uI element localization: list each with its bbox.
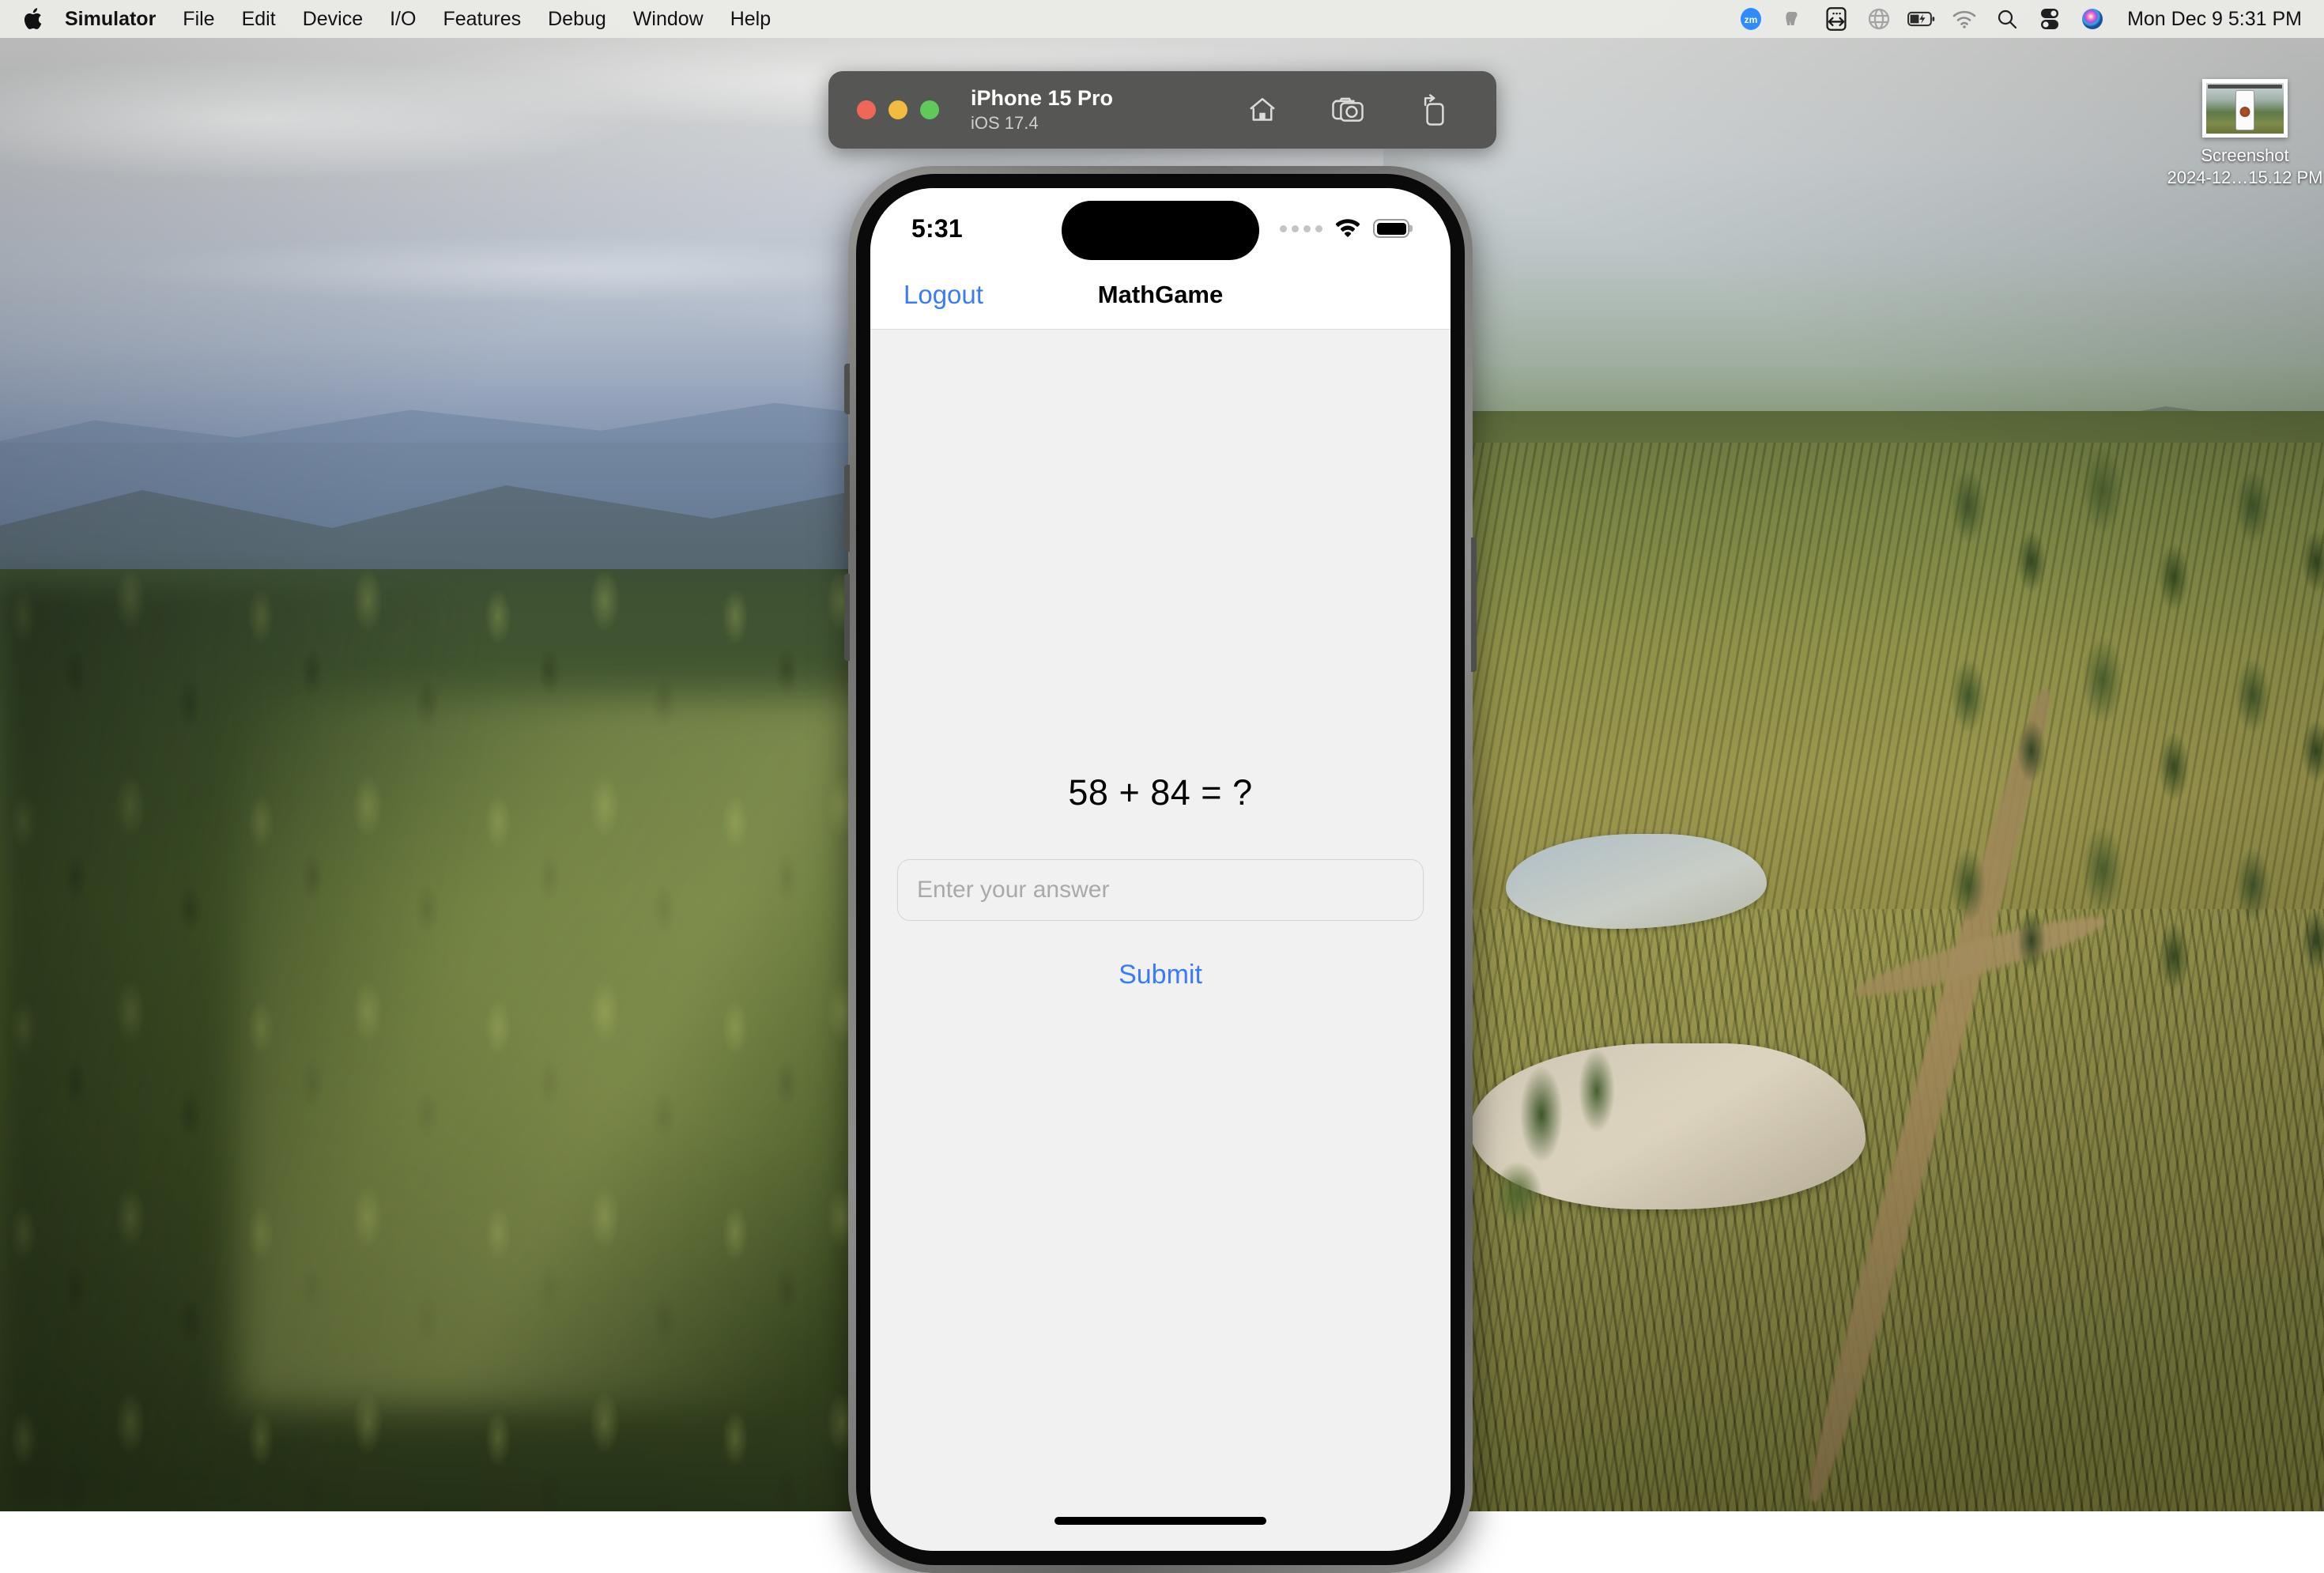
device-screen: 5:31 Logout Ma xyxy=(870,188,1451,1551)
globe-icon[interactable] xyxy=(1865,5,1893,33)
math-question: 58 + 84 = ? xyxy=(1068,772,1252,813)
thumbnail-window-bar xyxy=(2208,85,2282,89)
desktop-file-icon-screenshot[interactable]: Screenshot 2024-12…15.12 PM xyxy=(2166,79,2324,188)
battery-charging-icon[interactable] xyxy=(1907,5,1936,33)
zoom-button[interactable] xyxy=(920,100,939,119)
simulator-window-titlebar[interactable]: iPhone 15 Pro iOS 17.4 xyxy=(828,71,1496,149)
answer-input[interactable] xyxy=(897,859,1424,921)
menu-item-io[interactable]: I/O xyxy=(376,0,429,38)
menu-item-help[interactable]: Help xyxy=(717,0,784,38)
logout-button[interactable]: Logout xyxy=(870,280,983,310)
power-button[interactable] xyxy=(1471,538,1477,672)
status-bar-icons xyxy=(1280,217,1409,241)
menu-item-file[interactable]: File xyxy=(169,0,228,38)
mac-menu-bar: Simulator File Edit Device I/O Features … xyxy=(0,0,2324,38)
iphone-simulator-device: 5:31 Logout Ma xyxy=(848,166,1473,1573)
battery-icon xyxy=(1373,219,1409,238)
zoom-icon[interactable]: zm xyxy=(1737,5,1765,33)
volume-up-button[interactable] xyxy=(844,465,850,552)
cellular-dots-icon xyxy=(1280,225,1322,232)
spotlight-search-icon[interactable] xyxy=(1993,5,2021,33)
ios-status-bar: 5:31 xyxy=(870,188,1451,261)
page-title: MathGame xyxy=(1098,281,1223,309)
file-thumbnail xyxy=(2202,79,2288,138)
home-icon[interactable] xyxy=(1243,91,1281,129)
screenshot-camera-icon[interactable] xyxy=(1329,91,1367,129)
apple-logo-icon[interactable] xyxy=(21,6,47,32)
close-button[interactable] xyxy=(857,100,876,119)
file-icon-label-line1: Screenshot xyxy=(2166,145,2324,167)
siri-icon[interactable] xyxy=(2078,5,2107,33)
home-indicator[interactable] xyxy=(1054,1517,1266,1525)
submit-button[interactable]: Submit xyxy=(1114,959,1207,991)
file-thumbnail-image xyxy=(2206,83,2284,134)
menu-item-window[interactable]: Window xyxy=(620,0,717,38)
window-os-version: iOS 17.4 xyxy=(971,113,1113,134)
window-device-name: iPhone 15 Pro xyxy=(971,86,1113,111)
window-title-group: iPhone 15 Pro iOS 17.4 xyxy=(971,86,1113,134)
control-center-icon[interactable] xyxy=(2035,5,2064,33)
input-source-icon[interactable] xyxy=(1822,5,1851,33)
minimize-button[interactable] xyxy=(888,100,907,119)
action-button[interactable] xyxy=(844,364,850,414)
wifi-icon xyxy=(1334,217,1361,241)
dynamic-island xyxy=(1062,201,1259,260)
menu-bar-left-group: Simulator File Edit Device I/O Features … xyxy=(0,0,784,38)
menu-item-edit[interactable]: Edit xyxy=(228,0,289,38)
menu-item-features[interactable]: Features xyxy=(429,0,534,38)
status-bar-time: 5:31 xyxy=(911,214,963,243)
wifi-icon[interactable] xyxy=(1950,5,1979,33)
app-content-area: 58 + 84 = ? Submit xyxy=(870,330,1451,1551)
menu-item-debug[interactable]: Debug xyxy=(534,0,620,38)
volume-down-button[interactable] xyxy=(844,574,850,661)
evernote-elephant-icon[interactable] xyxy=(1779,5,1808,33)
traffic-light-buttons xyxy=(828,100,939,119)
thumbnail-food-image xyxy=(2240,107,2250,117)
rotate-device-icon[interactable] xyxy=(1414,91,1452,129)
menu-bar-clock[interactable]: Mon Dec 9 5:31 PM xyxy=(2127,8,2302,31)
menu-item-device[interactable]: Device xyxy=(289,0,376,38)
app-navigation-bar: Logout MathGame xyxy=(870,261,1451,330)
window-action-buttons xyxy=(1243,91,1496,129)
menu-app-name[interactable]: Simulator xyxy=(60,0,169,38)
svg-text:zm: zm xyxy=(1745,14,1758,25)
menu-bar-status-group: zm xyxy=(1737,5,2324,33)
file-icon-label: Screenshot 2024-12…15.12 PM xyxy=(2166,145,2324,188)
file-icon-label-line2: 2024-12…15.12 PM xyxy=(2166,167,2324,189)
thumbnail-phone xyxy=(2235,90,2254,130)
